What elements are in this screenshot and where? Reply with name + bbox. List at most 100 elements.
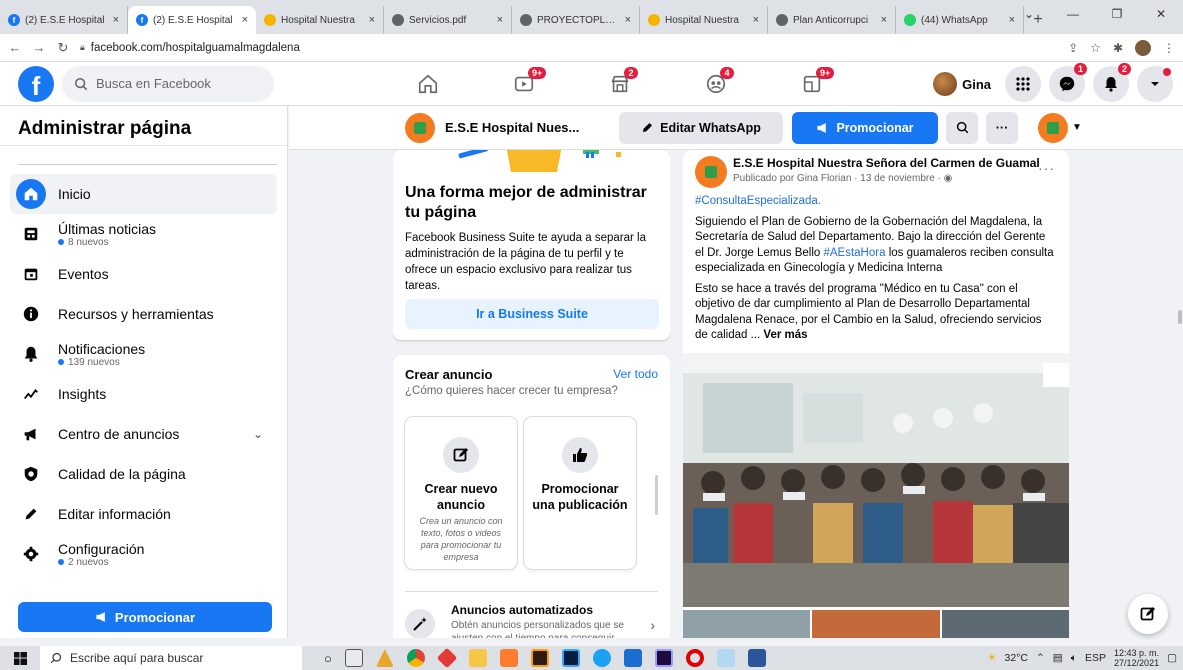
app-icon[interactable] <box>436 647 458 669</box>
nav-gaming[interactable]: 9+ <box>764 62 860 106</box>
share-icon[interactable]: ⇪ <box>1068 41 1078 55</box>
maximize-icon[interactable]: ❐ <box>1095 0 1139 28</box>
view-all-link[interactable]: Ver todo <box>613 367 658 381</box>
sidebar-item-news[interactable]: Últimas noticias 8 nuevos <box>10 214 277 254</box>
tab-close-icon[interactable]: × <box>753 14 759 26</box>
illustrator-icon[interactable] <box>530 649 549 667</box>
post-author-name[interactable]: E.S.E Hospital Nuestra Señora del Carmen… <box>733 156 1040 170</box>
extensions-icon[interactable]: ✱ <box>1113 41 1123 55</box>
new-message-button[interactable] <box>1128 594 1168 634</box>
caret-down-icon[interactable]: ▼ <box>1072 122 1082 133</box>
see-more-link[interactable]: Ver más <box>763 329 807 341</box>
sidebar-item-settings[interactable]: Configuración 2 nuevos <box>10 534 277 574</box>
file-explorer-icon[interactable] <box>468 649 487 667</box>
nav-watch[interactable]: 9+ <box>476 62 572 106</box>
sidebar-item-notifications[interactable]: Notificaciones 139 nuevos <box>10 334 277 374</box>
browser-tab-active[interactable]: f (2) E.S.E Hospital × <box>128 6 256 34</box>
tab-search-icon[interactable]: ⌄ <box>1007 0 1051 28</box>
photo-thumbnail[interactable] <box>683 610 811 638</box>
tab-close-icon[interactable]: × <box>369 14 375 26</box>
menu-grid-button[interactable] <box>1005 66 1041 102</box>
page-search-button[interactable] <box>946 111 978 144</box>
url-field[interactable]: 🔒︎ facebook.com/hospitalguamalmagdalena <box>80 42 1058 54</box>
create-new-ad-option[interactable]: Crear nuevo anuncio Crea un anuncio con … <box>405 417 517 569</box>
sidebar-item-home[interactable]: Inicio <box>10 174 277 214</box>
opera-icon[interactable] <box>685 649 704 667</box>
more-options-button[interactable]: ··· <box>986 111 1018 144</box>
go-to-business-suite-button[interactable]: Ir a Business Suite <box>405 299 659 329</box>
sidebar-promote-button[interactable]: Promocionar <box>18 602 272 632</box>
sidebar-item-resources[interactable]: Recursos y herramientas <box>10 294 277 334</box>
facebook-search-input[interactable]: Busca en Facebook <box>62 65 274 102</box>
nav-groups[interactable]: 4 <box>668 62 764 106</box>
page-switcher-avatar[interactable] <box>1038 112 1068 143</box>
carousel-scrollbar[interactable] <box>655 475 658 515</box>
post-options-icon[interactable]: ··· <box>1038 160 1055 176</box>
tab-close-icon[interactable]: × <box>881 14 887 26</box>
app-icon[interactable] <box>716 649 735 667</box>
back-icon[interactable]: ← <box>8 40 22 55</box>
tab-close-icon[interactable]: × <box>113 14 119 26</box>
account-menu-button[interactable] <box>1137 66 1173 102</box>
notification-center-icon[interactable]: ▢ <box>1167 652 1177 664</box>
sidebar-item-ad-center[interactable]: Centro de anuncios ⌄ <box>10 414 277 454</box>
photoshop-icon[interactable] <box>561 649 580 667</box>
post-photo[interactable] <box>683 353 1069 607</box>
facebook-logo[interactable]: f <box>18 65 54 102</box>
photo-thumbnail[interactable] <box>941 610 1069 638</box>
word-icon[interactable] <box>747 649 766 667</box>
task-view-icon[interactable] <box>344 649 363 667</box>
sidebar-item-edit-info[interactable]: Editar información <box>10 494 277 534</box>
promote-post-option[interactable]: Promocionar una publicación <box>524 417 636 569</box>
hashtag-link[interactable]: #AEstaHora <box>823 247 885 259</box>
chrome-icon[interactable] <box>406 649 425 667</box>
minimize-icon[interactable]: — <box>1051 0 1095 28</box>
chevron-down-icon[interactable]: ⌄ <box>253 427 263 441</box>
edge-icon[interactable] <box>592 649 611 667</box>
nav-home[interactable] <box>380 62 476 106</box>
browser-tab[interactable]: Plan Anticorrupci × <box>768 6 896 34</box>
sidebar-item-insights[interactable]: Insights <box>10 374 277 414</box>
tab-close-icon[interactable]: × <box>625 14 631 26</box>
profile-avatar[interactable] <box>1135 39 1151 56</box>
browser-tab[interactable]: Hospital Nuestra × <box>640 6 768 34</box>
store-icon[interactable] <box>623 649 642 667</box>
network-icon[interactable]: ▤ <box>1053 652 1063 664</box>
profile-chip[interactable]: Gina <box>933 72 997 96</box>
cortana-icon[interactable]: ○ <box>324 651 332 666</box>
promote-button[interactable]: Promocionar <box>792 111 938 144</box>
windows-start-icon[interactable] <box>0 651 40 665</box>
show-hidden-icons[interactable]: ⌃ <box>1036 652 1045 664</box>
taskbar-search-input[interactable]: Escribe aquí para buscar <box>40 646 302 670</box>
close-window-icon[interactable]: ✕ <box>1139 0 1183 28</box>
messenger-button[interactable]: 1 <box>1049 63 1087 102</box>
app-icon[interactable] <box>499 649 518 667</box>
weather-temperature[interactable]: 32°C <box>1005 652 1028 664</box>
forward-icon[interactable]: → <box>32 40 46 55</box>
nav-marketplace[interactable]: 2 <box>572 62 668 106</box>
post-author-avatar[interactable] <box>695 156 727 188</box>
volume-icon[interactable]: 🔈︎ <box>1071 652 1077 665</box>
premiere-icon[interactable] <box>654 649 673 667</box>
browser-tab[interactable]: f (2) E.S.E Hospital × <box>0 6 128 34</box>
page-scrollbar[interactable] <box>1178 310 1182 324</box>
sidebar-item-events[interactable]: Eventos <box>10 254 277 294</box>
page-name[interactable]: E.S.E Hospital Nues... <box>445 120 595 135</box>
notifications-button[interactable]: 2 <box>1093 63 1131 102</box>
taskbar-clock[interactable]: 12:43 p. m. 27/12/2021 <box>1114 648 1159 668</box>
browser-tab[interactable]: (44) WhatsApp × <box>896 6 1024 34</box>
sidebar-item-page-quality[interactable]: Calidad de la página <box>10 454 277 494</box>
reload-icon[interactable]: ↻ <box>56 40 70 56</box>
edit-whatsapp-button[interactable]: Editar WhatsApp <box>619 111 783 144</box>
automated-ads-row[interactable]: Anuncios automatizados Obtén anuncios pe… <box>405 601 659 638</box>
tab-close-icon[interactable]: × <box>497 14 503 26</box>
vlc-icon[interactable] <box>375 649 394 667</box>
input-language[interactable]: ESP <box>1085 652 1106 664</box>
tab-close-icon[interactable]: × <box>242 14 248 26</box>
photo-thumbnail[interactable] <box>812 610 940 638</box>
hashtag-link[interactable]: #ConsultaEspecializada. <box>695 195 821 207</box>
browser-tab[interactable]: Hospital Nuestra × <box>256 6 384 34</box>
browser-menu-icon[interactable]: ⋮ <box>1163 41 1175 55</box>
page-logo[interactable] <box>405 112 435 143</box>
bookmark-star-icon[interactable]: ☆ <box>1090 41 1101 55</box>
